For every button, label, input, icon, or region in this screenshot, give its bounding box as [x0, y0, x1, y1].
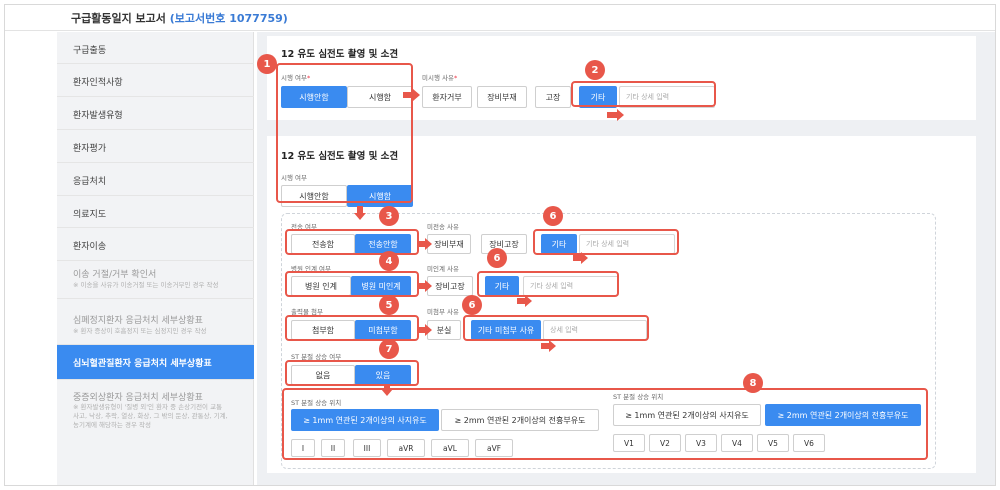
app-frame: 구급활동일지 보고서 (보고서번호 1077759) 구급출동 환자인적사항 환… — [4, 4, 996, 486]
step-badge: 2 — [585, 60, 605, 80]
report-number: (보고서번호 1077759) — [169, 12, 288, 25]
sidebar-item-first-aid[interactable]: 응급처치 — [57, 163, 254, 196]
highlight-box — [571, 81, 716, 107]
no-handover-reason-label: 미인계 사유 — [427, 265, 459, 273]
step-badge: 1 — [257, 54, 277, 74]
sidebar-item-medical-guidance[interactable]: 의료지도 — [57, 196, 254, 228]
arrow-right-icon — [403, 89, 420, 101]
step-badge: 8 — [743, 373, 763, 393]
highlight-box — [285, 271, 419, 297]
highlight-box — [276, 63, 413, 203]
no-attach-reason-label: 미첨부 사유 — [427, 308, 459, 316]
sidebar-item-cardiac-arrest[interactable]: 심폐정지환자 응급처치 세부상황표 ※ 환자 증상이 호흡정지 또는 심정지인 … — [57, 299, 254, 345]
step-badge: 4 — [379, 251, 399, 271]
section-title: 12 유도 심전도 촬영 및 소견 — [281, 49, 399, 60]
sidebar: 구급출동 환자인적사항 환자발생유형 환자평가 응급처치 의료지도 환자이송 이… — [57, 32, 254, 485]
sidebar-item-note: 농기계에 해당하는 경우 작성 — [73, 421, 151, 429]
sidebar-item-severe-trauma[interactable]: 중증외상환자 응급처치 세부상황표 ※ 환자발생유형이 '질병 외'인 환자 중… — [57, 380, 254, 440]
arrow-right-icon — [517, 295, 532, 307]
arrow-right-icon — [417, 324, 432, 336]
sidebar-item-note: 사고, 낙상, 추락, 열상, 화상, 그 밖의 둔상, 관통상, 기계, — [73, 412, 228, 420]
step-badge: 5 — [379, 295, 399, 315]
sidebar-item-note: ※ 환자발생유형이 '질병 외'인 환자 중 손상기전이 교통 — [73, 403, 223, 411]
arrow-right-icon — [541, 340, 556, 352]
step-badge: 6 — [543, 206, 563, 226]
reason-broken-button[interactable]: 고장 — [535, 86, 571, 108]
step-badge: 3 — [379, 206, 399, 226]
arrow-right-icon — [417, 280, 432, 292]
no-transmit-reason-label: 미전송 사유 — [427, 223, 459, 231]
no-equipment-button[interactable]: 장비부재 — [427, 234, 471, 254]
handover-equipment-broken-button[interactable]: 장비고장 — [427, 276, 473, 296]
step-badge: 7 — [379, 339, 399, 359]
sidebar-item-refusal[interactable]: 이송 거절/거부 확인서 ※ 이송을 사유가 이송거절 또는 이송거부인 경우 … — [57, 261, 254, 299]
not-performed-reason-label: 미시행 사유* — [422, 74, 458, 82]
highlight-box — [282, 388, 928, 460]
sidebar-item-note: ※ 이송을 사유가 이송거절 또는 이송거부인 경우 작성 — [73, 281, 219, 289]
arrow-right-icon — [607, 109, 624, 121]
arrow-down-icon — [354, 206, 366, 220]
reason-refusal-button[interactable]: 환자거부 — [422, 86, 472, 108]
highlight-box — [285, 315, 419, 341]
step-badge: 6 — [487, 248, 507, 268]
sidebar-item-transport[interactable]: 환자이송 — [57, 228, 254, 261]
highlight-box — [285, 229, 419, 255]
report-title: 구급활동일지 보고서 (보고서번호 1077759) — [71, 12, 288, 25]
sidebar-item-patient-info[interactable]: 환자인적사항 — [57, 64, 254, 97]
highlight-box — [533, 229, 679, 255]
sidebar-item-note: ※ 환자 증상이 호흡정지 또는 심정지인 경우 작성 — [73, 327, 207, 335]
step-badge: 6 — [462, 295, 482, 315]
sidebar-item-occurrence-type[interactable]: 환자발생유형 — [57, 97, 254, 130]
sidebar-item-cerebrovascular[interactable]: 심뇌혈관질환자 응급처치 세부상황표 — [57, 345, 254, 380]
sidebar-item-assessment[interactable]: 환자평가 — [57, 130, 254, 163]
sidebar-item-dispatch[interactable]: 구급출동 — [57, 32, 254, 64]
arrow-down-icon — [381, 384, 393, 396]
arrow-right-icon — [417, 238, 432, 250]
highlight-box — [285, 360, 419, 386]
arrow-right-icon — [573, 252, 588, 264]
reason-no-equipment-button[interactable]: 장비부재 — [477, 86, 527, 108]
highlight-box — [463, 315, 649, 341]
report-header: 구급활동일지 보고서 (보고서번호 1077759) — [5, 5, 995, 31]
highlight-box — [477, 271, 619, 297]
